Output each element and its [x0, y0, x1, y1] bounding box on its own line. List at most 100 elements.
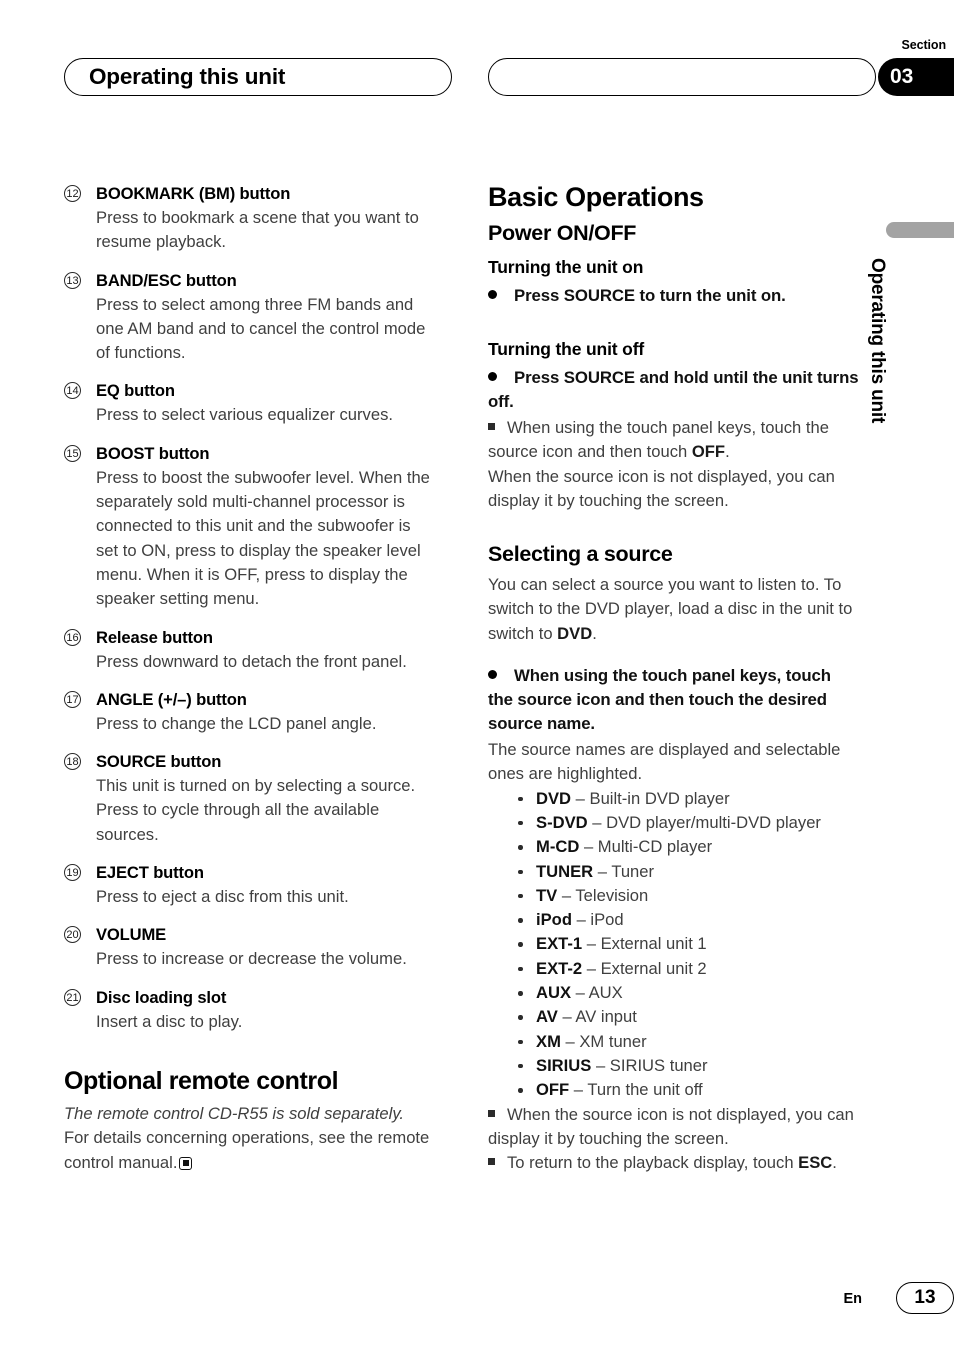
list-item: SIRIUS – SIRIUS tuner [514, 1054, 860, 1078]
note-square-icon [488, 1109, 495, 1117]
item-number-badge: 18 [64, 753, 81, 771]
source-name: DVD [536, 788, 572, 808]
item-description: Press to bookmark a scene that you want … [96, 208, 419, 252]
section-number: 03 [890, 65, 914, 88]
selecting-intro-bold: DVD [557, 623, 593, 643]
optional-remote-body: For details concerning operations, see t… [64, 1126, 436, 1175]
item-number-badge: 14 [64, 382, 81, 400]
source-name: OFF [536, 1080, 570, 1100]
list-item: 17 ANGLE (+/–) button Press to change th… [64, 688, 436, 736]
section-label: Section [901, 38, 947, 52]
item-title: Release button [96, 627, 213, 647]
item-number-badge: 16 [64, 628, 81, 646]
source-name: AUX [536, 983, 572, 1003]
turning-on-step: Press SOURCE to turn the unit on. [488, 284, 860, 308]
item-number-badge: 21 [64, 988, 81, 1006]
optional-remote-body-text: For details concerning operations, see t… [64, 1128, 430, 1172]
selecting-intro-post: . [592, 623, 597, 643]
bullet-dot-icon [488, 372, 497, 381]
item-title: Disc loading slot [96, 987, 227, 1007]
source-name: EXT-2 [536, 958, 583, 978]
list-item: AUX – AUX [514, 981, 860, 1005]
left-column: 12 BOOKMARK (BM) button Press to bookmar… [64, 182, 436, 1175]
list-item: 13 BAND/ESC button Press to select among… [64, 269, 436, 366]
side-tab-label: Operating this unit [867, 258, 888, 424]
item-title: EQ button [96, 381, 175, 401]
list-item: 18 SOURCE button This unit is turned on … [64, 750, 436, 847]
item-title: VOLUME [96, 925, 167, 945]
item-description: Press to increase or decrease the volume… [96, 949, 407, 969]
item-number-badge: 19 [64, 864, 81, 882]
selecting-source-step-text: When using the touch panel keys, touch t… [488, 666, 831, 734]
source-description: Built-in DVD player [589, 788, 730, 808]
item-description: Press to select among three FM bands and… [96, 294, 426, 363]
list-item: M-CD – Multi-CD player [514, 835, 860, 859]
list-item: 16 Release button Press downward to deta… [64, 626, 436, 674]
source-name: iPod [536, 910, 572, 930]
list-item: OFF – Turn the unit off [514, 1078, 860, 1102]
page-number-badge: 13 [896, 1282, 954, 1314]
item-title: BAND/ESC button [96, 270, 237, 290]
source-name: EXT-1 [536, 934, 583, 954]
source-icon-note: When the source icon is not displayed, y… [488, 1103, 860, 1152]
list-item: 15 BOOST button Press to boost the subwo… [64, 442, 436, 612]
item-number-badge: 13 [64, 271, 81, 289]
list-item: S-DVD – DVD player/multi-DVD player [514, 811, 860, 835]
item-number-badge: 12 [64, 185, 81, 202]
item-number-badge: 20 [64, 926, 81, 944]
item-description: Press downward to detach the front panel… [96, 651, 407, 671]
source-name: AV [536, 1007, 558, 1027]
page-footer: En 13 [0, 1282, 954, 1322]
selecting-source-subtext: The source names are displayed and selec… [488, 740, 841, 784]
list-item: 19 EJECT button Press to eject a disc fr… [64, 861, 436, 909]
right-column: Basic Operations Power ON/OFF Turning th… [488, 182, 860, 1175]
list-item: XM – XM tuner [514, 1030, 860, 1054]
footer-language: En [843, 1291, 862, 1307]
turning-off-note: When using the touch panel keys, touch t… [488, 416, 860, 465]
turning-off-step: Press SOURCE and hold until the unit tur… [488, 366, 860, 414]
source-name: TUNER [536, 861, 594, 881]
item-title: EJECT button [96, 863, 204, 883]
return-playback-note-post: . [832, 1153, 837, 1173]
source-name: S-DVD [536, 812, 588, 832]
source-description: External unit 2 [600, 958, 707, 978]
turning-off-note-pre: When using the touch panel keys, touch t… [488, 418, 829, 462]
note-square-icon [488, 1158, 495, 1166]
page-title: Basic Operations [488, 182, 704, 212]
source-description: Tuner [611, 861, 655, 881]
optional-remote-heading: Optional remote control [64, 1066, 339, 1095]
source-description: XM tuner [579, 1031, 647, 1051]
list-item: DVD – Built-in DVD player [514, 787, 860, 811]
source-description: AV input [575, 1007, 637, 1027]
item-title: SOURCE button [96, 752, 222, 772]
source-name: SIRIUS [536, 1055, 592, 1075]
source-description: Turn the unit off [587, 1080, 703, 1100]
running-head-title: Operating this unit [89, 64, 286, 89]
turning-off-step-text: Press SOURCE and hold until the unit tur… [488, 368, 859, 411]
item-description: This unit is turned on by selecting a so… [96, 776, 416, 844]
turning-off-note-line2: When the source icon is not displayed, y… [488, 466, 835, 510]
turning-off-note-post: . [725, 442, 730, 462]
list-item: AV – AV input [514, 1005, 860, 1029]
return-playback-note-pre: To return to the playback display, touch [507, 1153, 799, 1173]
source-icon-note-text: When the source icon is not displayed, y… [488, 1104, 854, 1148]
bullet-dot-icon [488, 670, 497, 680]
source-name: TV [536, 885, 558, 905]
turning-on-step-text: Press SOURCE to turn the unit on. [514, 286, 786, 305]
list-item: iPod – iPod [514, 908, 860, 932]
source-name-list: DVD – Built-in DVD player S-DVD – DVD pl… [488, 787, 860, 1103]
list-item: EXT-2 – External unit 2 [514, 957, 860, 981]
turning-off-note-bold: OFF [691, 442, 726, 462]
turning-on-heading: Turning the unit on [488, 257, 644, 277]
source-description: SIRIUS tuner [609, 1055, 708, 1075]
list-item: 20 VOLUME Press to increase or decrease … [64, 923, 436, 971]
selecting-source-intro: You can select a source you want to list… [488, 573, 860, 646]
side-tab-bar [886, 222, 954, 238]
running-head-empty-pill [488, 58, 876, 96]
source-name: XM [536, 1031, 561, 1051]
source-description: Television [575, 885, 649, 905]
bullet-dot-icon [488, 290, 497, 299]
item-description: Insert a disc to play. [96, 1011, 243, 1031]
return-playback-note-bold: ESC [798, 1153, 833, 1173]
item-title: ANGLE (+/–) button [96, 689, 247, 709]
